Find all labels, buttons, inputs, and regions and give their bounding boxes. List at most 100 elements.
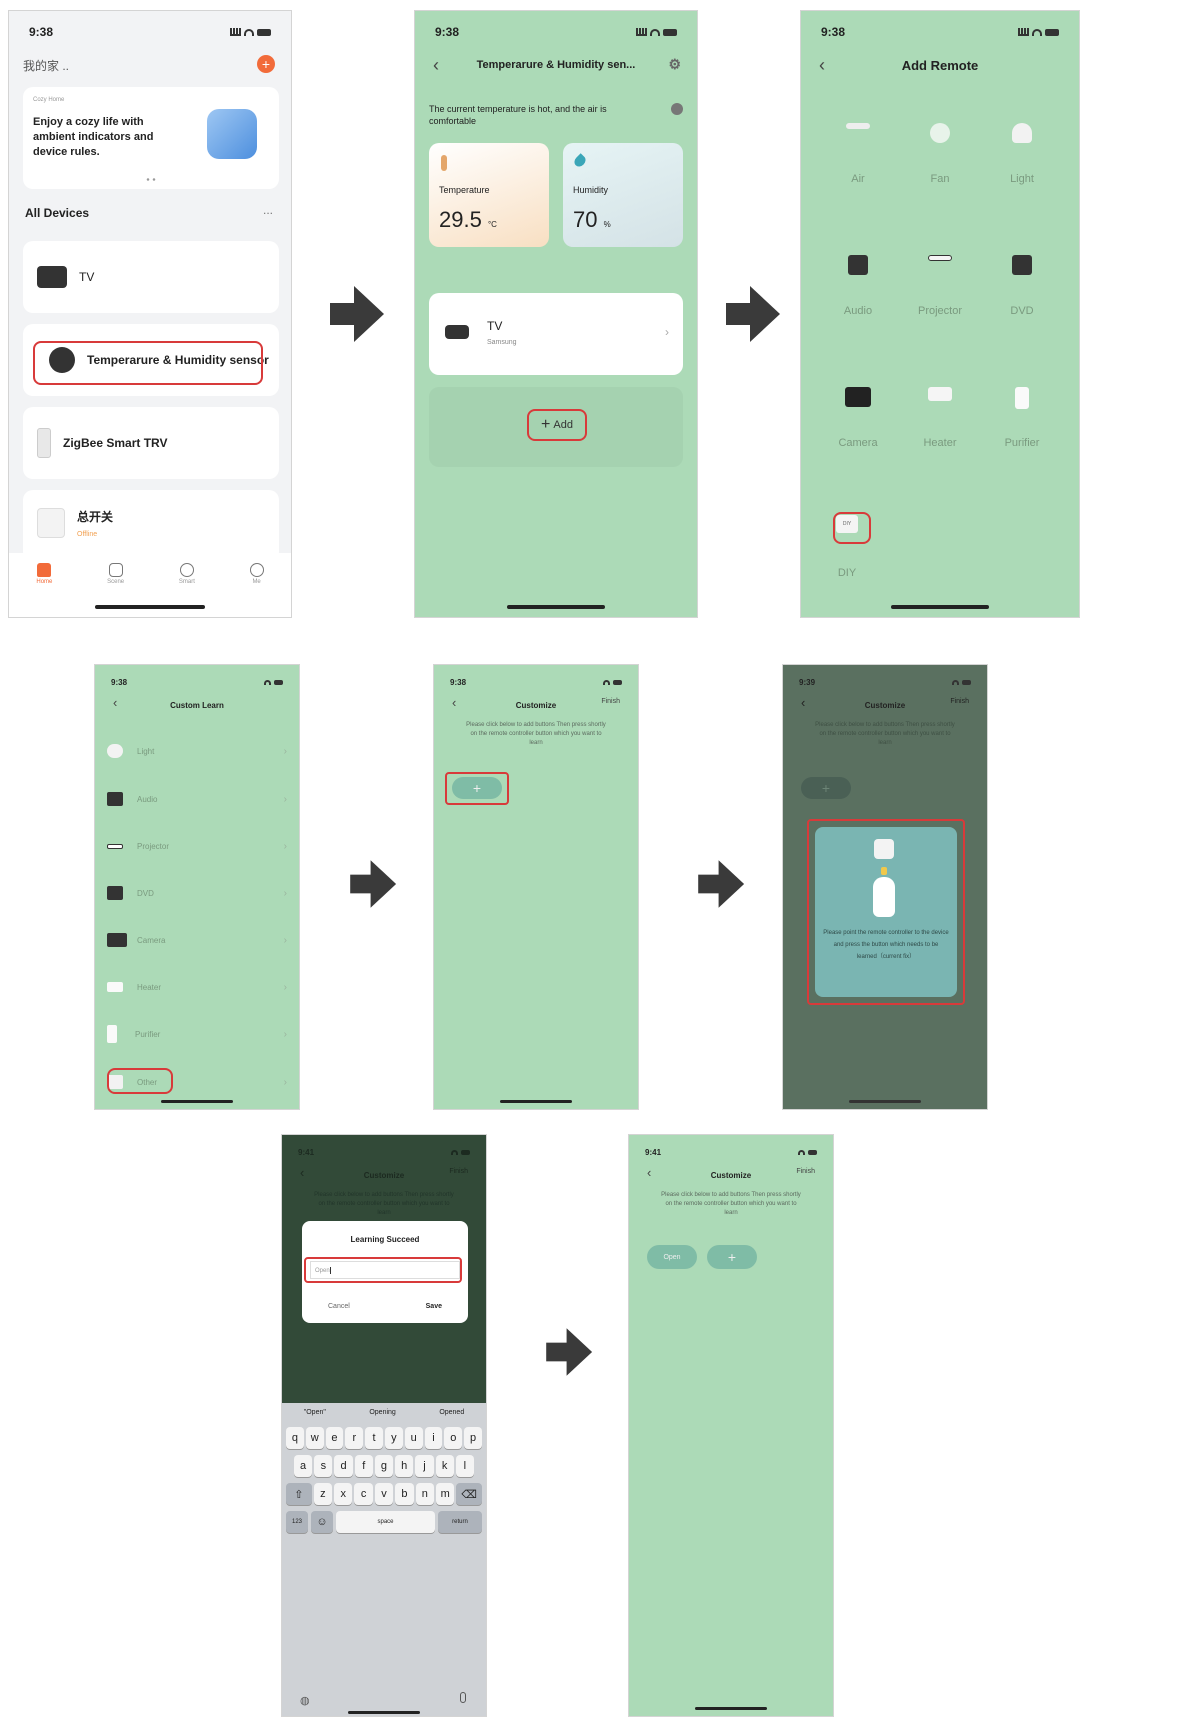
status-icons <box>264 679 283 685</box>
suggestion[interactable]: Opened <box>439 1409 464 1416</box>
key[interactable]: h <box>395 1455 414 1477</box>
key[interactable]: d <box>334 1455 353 1477</box>
emoji-key-icon[interactable]: ☺ <box>311 1511 333 1533</box>
status-time: 9:38 <box>111 677 128 687</box>
space-key[interactable]: space <box>336 1511 435 1533</box>
key[interactable]: l <box>455 1455 474 1477</box>
learn-item-camera[interactable]: Camera › <box>107 926 287 954</box>
add-button-pill[interactable]: + <box>707 1245 757 1269</box>
key[interactable]: i <box>424 1427 443 1449</box>
key[interactable]: u <box>404 1427 423 1449</box>
globe-icon[interactable]: ◍ <box>300 1694 310 1707</box>
key[interactable]: n <box>415 1483 434 1505</box>
cancel-button[interactable]: Cancel <box>328 1303 350 1310</box>
add-device-button[interactable]: + <box>257 55 275 73</box>
finish-button[interactable]: Finish <box>601 698 620 705</box>
back-icon[interactable]: ‹ <box>647 1165 651 1180</box>
open-remote-button[interactable]: Open <box>647 1245 697 1269</box>
finish-button[interactable]: Finish <box>796 1168 815 1175</box>
home-indicator <box>161 1100 233 1103</box>
back-icon[interactable]: ‹ <box>819 55 825 76</box>
key[interactable]: f <box>354 1455 373 1477</box>
key[interactable]: c <box>354 1483 373 1505</box>
key[interactable]: t <box>365 1427 383 1449</box>
more-button[interactable]: ... <box>263 203 273 217</box>
info-icon[interactable] <box>671 103 683 115</box>
banner-card[interactable]: Cozy Home Enjoy a cozy life with ambient… <box>23 87 279 189</box>
back-icon[interactable]: ‹ <box>300 1165 304 1180</box>
back-icon[interactable]: ‹ <box>113 695 117 710</box>
remote-purifier[interactable]: Purifier <box>982 387 1062 449</box>
learn-item-dvd[interactable]: DVD › <box>107 879 287 907</box>
me-icon <box>249 563 264 577</box>
status-bar: 9:38 <box>435 25 677 39</box>
save-button[interactable]: Save <box>426 1303 442 1310</box>
key[interactable]: z <box>313 1483 333 1505</box>
key[interactable]: a <box>294 1455 313 1477</box>
key[interactable]: x <box>334 1483 353 1505</box>
device-tv-card[interactable]: TV Samsung › <box>429 293 683 375</box>
chevron-right-icon: › <box>283 745 287 757</box>
return-key[interactable]: return <box>438 1511 482 1533</box>
arrow-right-icon <box>330 286 386 342</box>
settings-gear-icon[interactable]: ⚙ <box>668 56 681 73</box>
key[interactable]: o <box>444 1427 463 1449</box>
key[interactable]: g <box>374 1455 394 1477</box>
microphone-icon[interactable] <box>460 1692 466 1703</box>
key[interactable]: s <box>314 1455 333 1477</box>
key[interactable]: b <box>395 1483 414 1505</box>
remote-audio[interactable]: Audio <box>818 255 898 317</box>
back-icon[interactable]: ‹ <box>452 695 456 710</box>
battery-icon <box>613 679 622 685</box>
remote-projector[interactable]: Projector <box>900 255 980 317</box>
device-switch[interactable]: 总开关 Offline <box>23 490 279 562</box>
add-button-pill[interactable]: + <box>801 777 851 799</box>
suggestion[interactable]: Opening <box>369 1409 395 1416</box>
chevron-right-icon: › <box>283 981 287 993</box>
back-icon[interactable]: ‹ <box>801 695 805 710</box>
key[interactable]: w <box>305 1427 324 1449</box>
suggestion[interactable]: "Open" <box>304 1409 326 1416</box>
home-indicator <box>849 1100 921 1103</box>
learn-item-heater[interactable]: Heater › <box>107 973 287 1001</box>
tab-me[interactable]: Me <box>249 563 264 617</box>
key[interactable]: p <box>464 1427 482 1449</box>
key[interactable]: y <box>384 1427 403 1449</box>
key[interactable]: r <box>345 1427 364 1449</box>
learn-item-purifier[interactable]: Purifier › <box>107 1020 287 1048</box>
key[interactable]: e <box>325 1427 344 1449</box>
delete-key-icon[interactable]: ⌫ <box>456 1483 483 1505</box>
learn-item-audio[interactable]: Audio › <box>107 785 287 813</box>
status-time: 9:39 <box>799 677 816 687</box>
learn-item-light[interactable]: Light › <box>107 737 287 765</box>
remote-heater[interactable]: Heater <box>900 387 980 449</box>
remote-dvd[interactable]: DVD <box>982 255 1062 317</box>
key[interactable]: j <box>415 1455 434 1477</box>
remote-label: Camera <box>838 437 878 449</box>
key-row-4: 123 ☺ space return <box>282 1511 486 1533</box>
tab-home[interactable]: Home <box>36 563 52 617</box>
learn-item-projector[interactable]: Projector › <box>107 832 287 860</box>
key[interactable]: k <box>435 1455 454 1477</box>
home-indicator <box>95 605 205 609</box>
wifi-icon <box>650 28 660 36</box>
device-tv[interactable]: TV <box>23 241 279 313</box>
shift-key-icon[interactable]: ⇧ <box>286 1483 312 1505</box>
key[interactable]: v <box>374 1483 394 1505</box>
tv-icon <box>445 325 469 339</box>
finish-button[interactable]: Finish <box>950 698 969 705</box>
remote-light[interactable]: Light <box>982 123 1062 185</box>
key[interactable]: m <box>435 1483 455 1505</box>
remote-fan[interactable]: Fan <box>900 123 980 185</box>
device-brand: Samsung <box>487 339 517 346</box>
home-selector[interactable]: 我的家 .. <box>23 57 69 74</box>
numbers-key[interactable]: 123 <box>286 1511 308 1533</box>
status-icons <box>1018 28 1059 36</box>
remote-air[interactable]: Air <box>818 123 898 185</box>
finish-button[interactable]: Finish <box>449 1168 468 1175</box>
device-trv[interactable]: ZigBee Smart TRV <box>23 407 279 479</box>
back-icon[interactable]: ‹ <box>433 55 439 76</box>
nav-bar: ‹ Customize Finish <box>446 693 626 717</box>
key[interactable]: q <box>286 1427 304 1449</box>
remote-camera[interactable]: Camera <box>818 387 898 449</box>
